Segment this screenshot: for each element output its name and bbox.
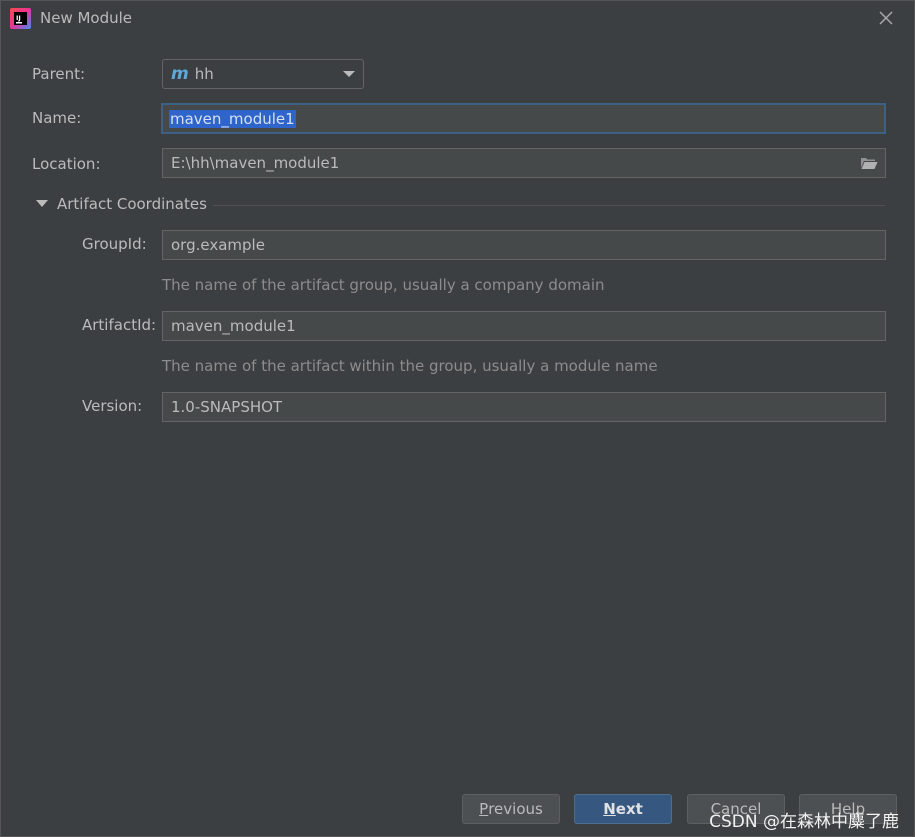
csdn-watermark: CSDN @在森林中麋了鹿 [709,812,899,832]
section-divider [213,205,885,206]
groupid-value: org.example [171,236,265,254]
artifactid-input[interactable]: maven_module1 [162,311,886,341]
new-module-dialog: IJ New Module Parent: m hh Name: maven_m… [0,0,915,837]
version-label: Version: [82,397,143,415]
name-input[interactable]: maven_module1 [161,103,886,134]
artifactid-hint: The name of the artifact within the grou… [162,357,658,375]
artifactid-value: maven_module1 [171,317,296,335]
collapse-triangle-icon[interactable] [36,200,48,207]
location-input[interactable]: E:\hh\maven_module1 [162,148,886,178]
name-label: Name: [32,109,82,127]
svg-text:IJ: IJ [16,14,21,22]
groupid-label: GroupId: [82,235,147,253]
name-value: maven_module1 [169,109,296,128]
parent-label: Parent: [32,65,86,83]
location-label: Location: [32,155,101,173]
groupid-hint: The name of the artifact group, usually … [162,276,605,294]
title-bar: IJ New Module [1,1,914,37]
version-value: 1.0-SNAPSHOT [171,398,283,416]
artifactid-label: ArtifactId: [82,316,157,334]
previous-button[interactable]: Previous [462,794,560,824]
maven-m-icon: m [171,64,189,84]
folder-icon[interactable] [860,156,878,170]
groupid-input[interactable]: org.example [162,230,886,260]
next-button[interactable]: Next [574,794,672,824]
parent-combobox[interactable]: m hh [162,59,364,89]
close-icon[interactable] [878,10,894,26]
version-input[interactable]: 1.0-SNAPSHOT [162,392,886,422]
artifact-section-title[interactable]: Artifact Coordinates [57,195,207,213]
location-value: E:\hh\maven_module1 [171,154,340,172]
chevron-down-icon [343,71,355,77]
intellij-idea-icon: IJ [10,8,31,29]
dialog-title: New Module [40,9,133,27]
parent-value: hh [194,65,214,83]
